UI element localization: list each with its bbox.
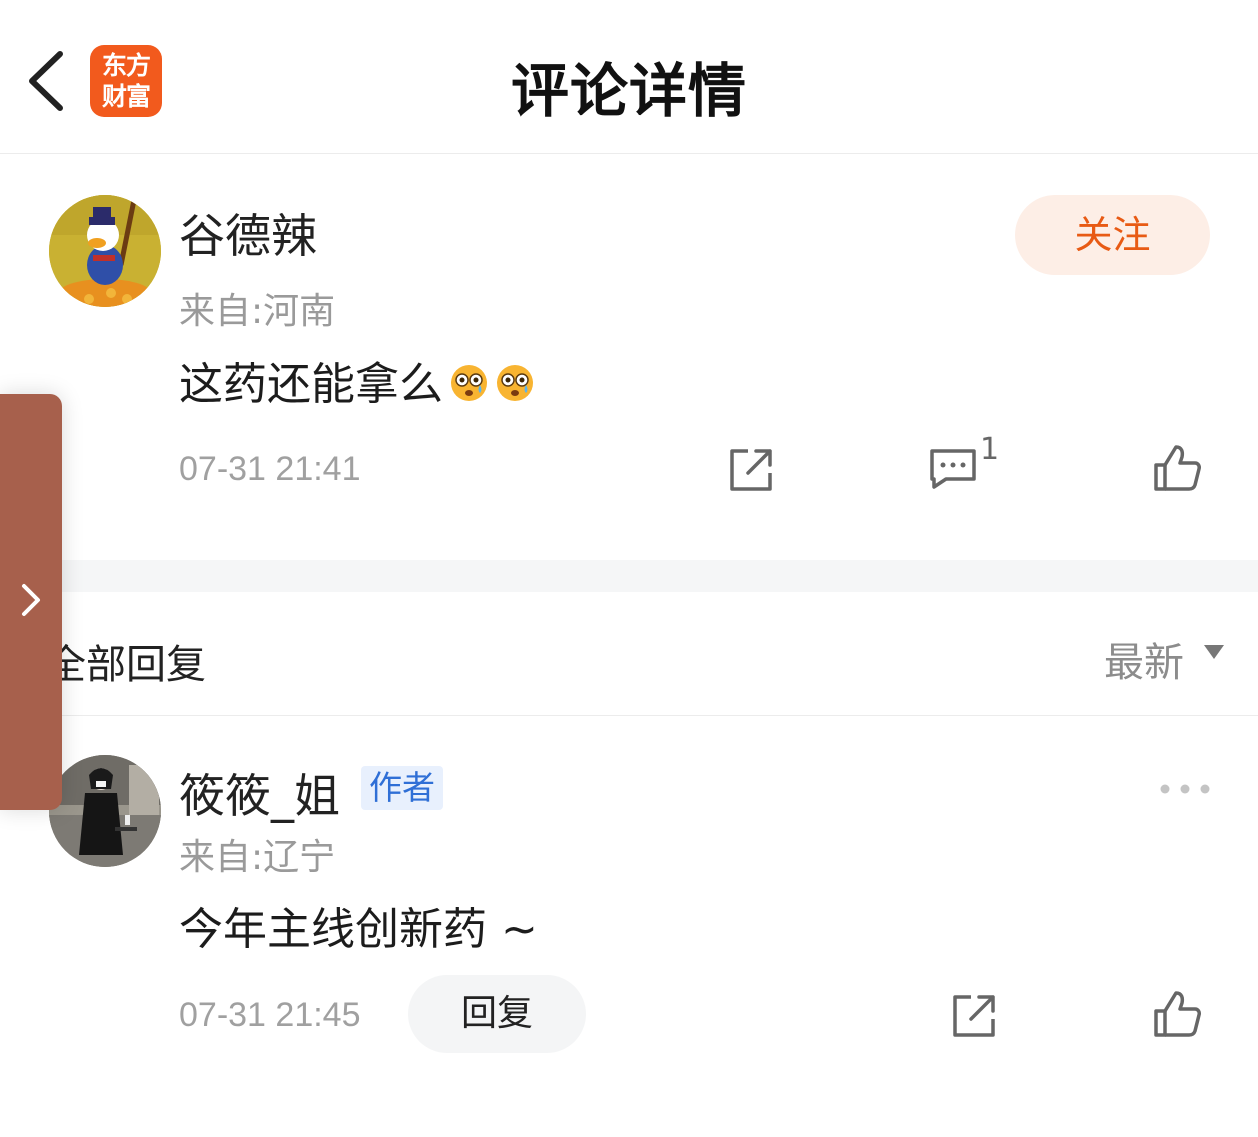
author-badge: 作者: [361, 766, 443, 810]
comment-icon[interactable]: [928, 443, 978, 493]
floating-side-tab[interactable]: [0, 394, 62, 810]
avatar-image: [49, 195, 161, 307]
divider-line: [0, 715, 1258, 716]
comment-time: 07-31 21:41: [179, 450, 361, 488]
page-title: 评论详情: [510, 57, 747, 125]
reply-count: 1: [980, 432, 1000, 467]
reply-button[interactable]: 回复: [408, 975, 586, 1053]
comment-username[interactable]: 谷德辣: [179, 200, 317, 266]
chevron-right-icon: [22, 584, 40, 616]
comment-location: 来自:河南: [179, 291, 336, 332]
more-options-icon[interactable]: [1160, 783, 1210, 795]
reply-location: 来自:辽宁: [179, 837, 336, 878]
comment-content: 这药还能拿么: [179, 348, 535, 412]
flushed-face-tears-icon: [451, 365, 487, 401]
all-replies-title: 全部回复: [46, 642, 206, 688]
avatar-image: [49, 755, 161, 867]
section-divider: [0, 560, 1258, 592]
comment-detail-page: 东方 财富 评论详情 谷德辣 来自:河南 关注 这药还能拿么 07-31 21:…: [0, 0, 1258, 1137]
share-icon[interactable]: [949, 991, 999, 1041]
follow-button[interactable]: 关注: [1015, 195, 1210, 275]
reply-username[interactable]: 筱筱_姐: [179, 760, 340, 826]
like-thumb-icon[interactable]: [1152, 989, 1202, 1039]
share-icon[interactable]: [726, 445, 776, 495]
sort-dropdown[interactable]: 最新: [1104, 630, 1184, 688]
header: 东方 财富 评论详情: [0, 0, 1258, 154]
reply-content: 今年主线创新药 ~: [179, 904, 538, 955]
caret-down-icon[interactable]: [1204, 645, 1224, 659]
avatar[interactable]: [49, 755, 161, 867]
comment-text: 这药还能拿么: [179, 359, 443, 410]
like-thumb-icon[interactable]: [1152, 443, 1202, 493]
avatar[interactable]: [49, 195, 161, 307]
flushed-face-tears-icon: [497, 365, 533, 401]
reply-time: 07-31 21:45: [179, 996, 361, 1034]
